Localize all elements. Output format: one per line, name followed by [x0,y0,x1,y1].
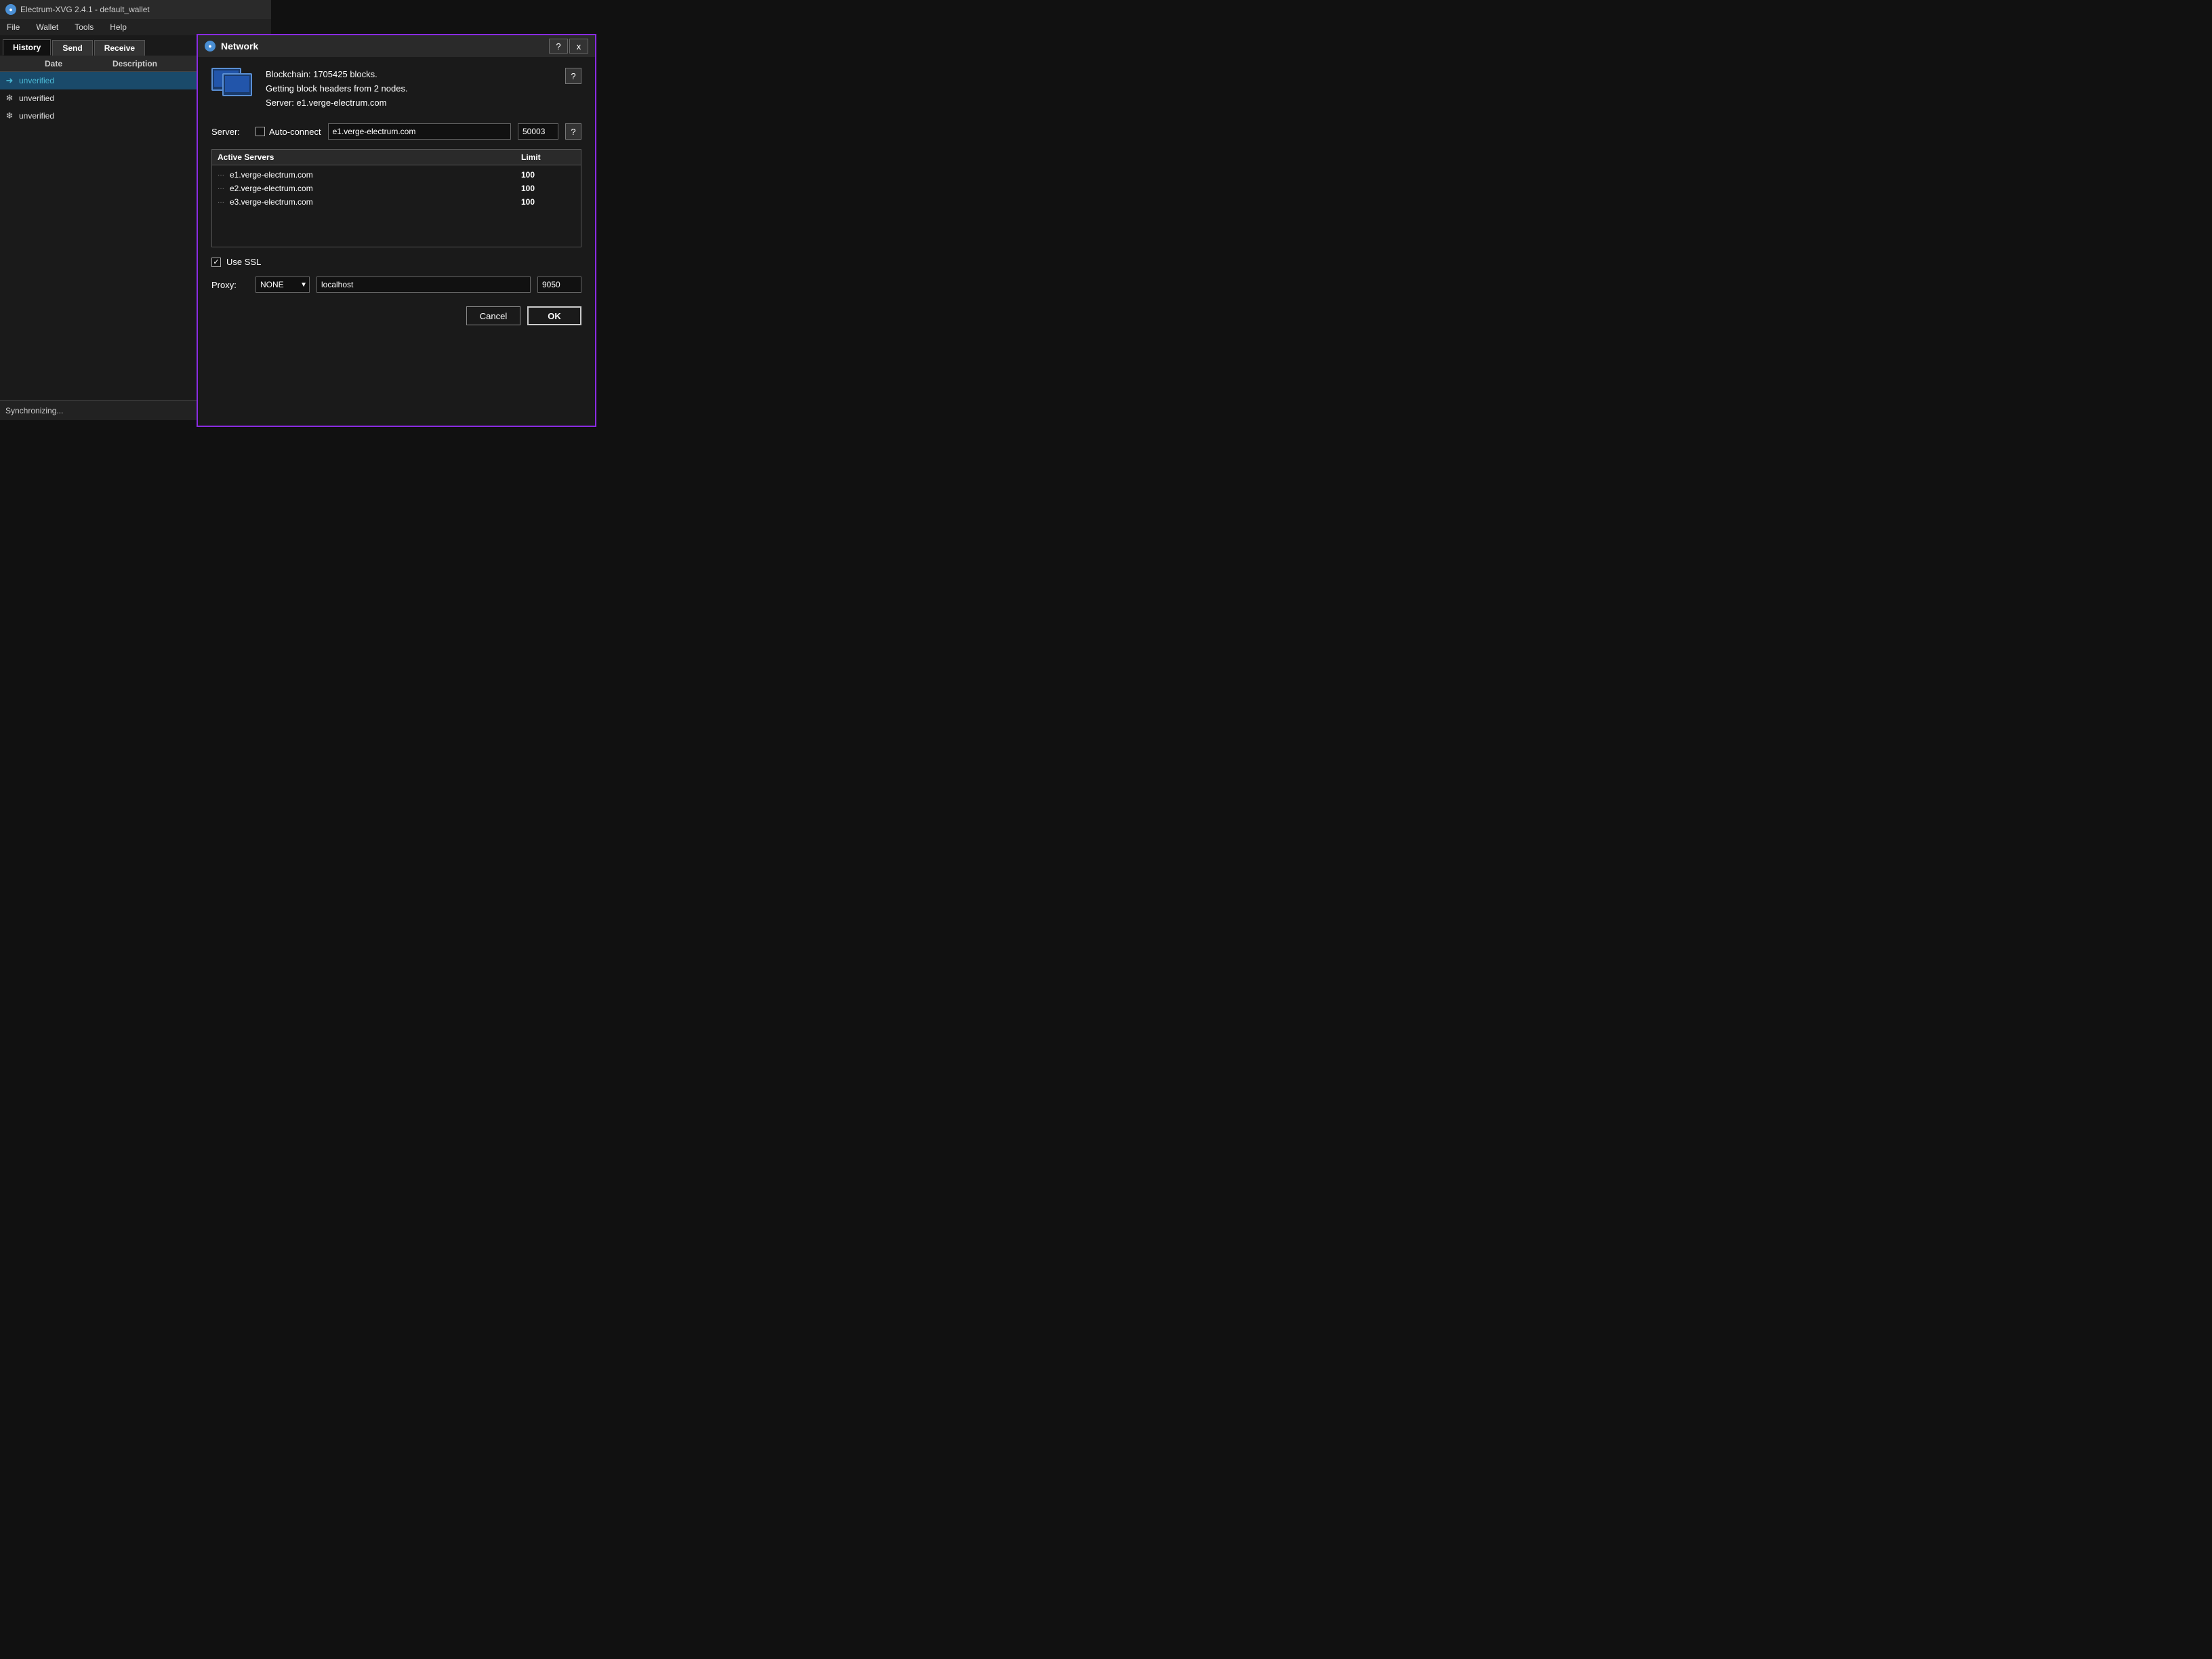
servers-col-limit: Limit [521,152,575,162]
server-row: Server: Auto-connect ? [211,123,581,140]
ok-button[interactable]: OK [527,306,581,325]
active-servers-table: Active Servers Limit ··· e1.verge-electr… [211,149,581,247]
dialog-title: Network [221,41,258,52]
proxy-port-input[interactable] [537,276,581,293]
proxy-label: Proxy: [211,280,249,290]
blockchain-line2: Getting block headers from 2 nodes. [266,82,408,96]
dialog-help-button[interactable]: ? [549,39,568,54]
autoconnect-label: Auto-connect [269,127,321,137]
menu-help[interactable]: Help [106,21,131,33]
autoconnect-area: Auto-connect [255,127,321,137]
proxy-row: Proxy: NONE SOCKS4 SOCKS5 HTTP ▼ [211,276,581,293]
server-row-item[interactable]: ··· e2.verge-electrum.com 100 [212,182,581,195]
row-icon-arrow: ➜ [4,75,15,86]
server-limit-3: 100 [521,197,575,207]
server-limit-1: 100 [521,170,575,180]
server-row-item[interactable]: ··· e1.verge-electrum.com 100 [212,168,581,182]
server-name-2: e2.verge-electrum.com [230,184,517,193]
proxy-type-select[interactable]: NONE SOCKS4 SOCKS5 HTTP [255,276,310,293]
tab-send[interactable]: Send [52,40,92,56]
server-label: Server: [211,127,249,137]
network-icon [211,68,255,103]
server-dot: ··· [218,171,224,179]
dialog-title-bar: ● Network ? x [198,35,595,57]
ssl-label: Use SSL [226,257,261,267]
server-dot: ··· [218,185,224,192]
dialog-title-buttons: ? x [549,39,588,54]
menu-file[interactable]: File [3,21,24,33]
blockchain-text: Blockchain: 1705425 blocks. Getting bloc… [266,68,408,110]
server-help-button[interactable]: ? [565,123,581,140]
servers-table-body: ··· e1.verge-electrum.com 100 ··· e2.ver… [212,165,581,247]
blockchain-help-button[interactable]: ? [565,68,581,84]
server-name-1: e1.verge-electrum.com [230,170,517,180]
server-port-input[interactable] [518,123,558,140]
blockchain-info: Blockchain: 1705425 blocks. Getting bloc… [211,68,581,110]
tab-history[interactable]: History [3,39,51,56]
menu-bar: File Wallet Tools Help [0,19,271,35]
servers-col-name: Active Servers [218,152,521,162]
row-text-1: unverified [19,76,54,85]
proxy-select-wrap: NONE SOCKS4 SOCKS5 HTTP ▼ [255,276,310,293]
ssl-row: Use SSL [211,257,581,267]
server-input[interactable] [328,123,511,140]
network-dialog: ● Network ? x Blockchain: 1705425 blocks… [197,34,596,427]
server-name-3: e3.verge-electrum.com [230,197,517,207]
col-date: Date [41,59,108,68]
app-icon: ● [5,4,16,15]
blockchain-line3: Server: e1.verge-electrum.com [266,96,408,110]
menu-tools[interactable]: Tools [70,21,98,33]
servers-table-header: Active Servers Limit [212,150,581,165]
monitor-screen-2 [225,76,249,92]
status-text: Synchronizing... [5,406,63,415]
server-row-item[interactable]: ··· e3.verge-electrum.com 100 [212,195,581,209]
title-bar: ● Electrum-XVG 2.4.1 - default_wallet [0,0,271,19]
monitor-2 [222,73,252,96]
dialog-title-left: ● Network [205,41,258,52]
cancel-button[interactable]: Cancel [466,306,520,325]
row-text-2: unverified [19,94,54,103]
dialog-close-button[interactable]: x [569,39,588,54]
menu-wallet[interactable]: Wallet [32,21,62,33]
row-text-3: unverified [19,111,54,121]
row-icon-snowflake: ❄ [4,93,15,104]
ssl-checkbox[interactable] [211,258,221,267]
autoconnect-checkbox[interactable] [255,127,265,136]
proxy-host-input[interactable] [316,276,531,293]
dialog-buttons: Cancel OK [211,306,581,325]
dialog-body: Blockchain: 1705425 blocks. Getting bloc… [198,57,595,336]
blockchain-line1: Blockchain: 1705425 blocks. [266,68,408,82]
app-title: Electrum-XVG 2.4.1 - default_wallet [20,5,150,14]
server-dot: ··· [218,199,224,206]
server-limit-2: 100 [521,184,575,193]
dialog-icon: ● [205,41,216,52]
row-icon-snowflake: ❄ [4,110,15,121]
tab-receive[interactable]: Receive [94,40,145,56]
